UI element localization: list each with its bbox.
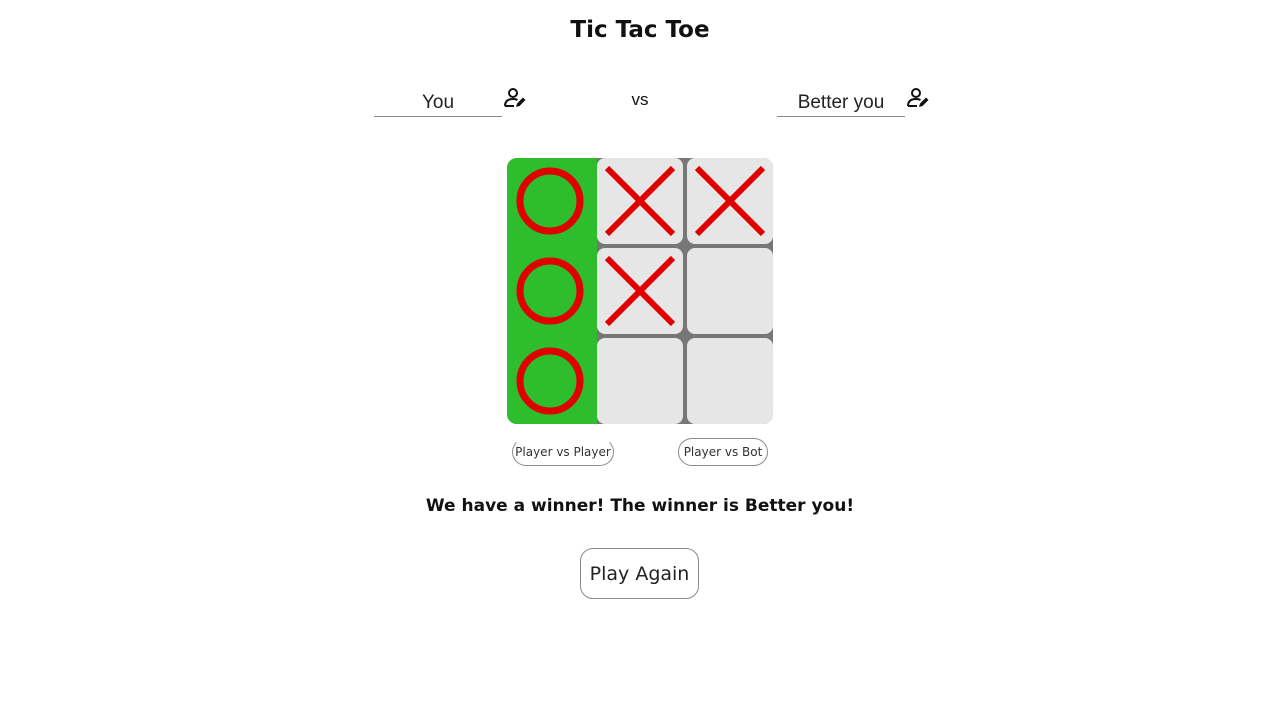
board-cell[interactable] <box>597 158 683 244</box>
game-status-message: We have a winner! The winner is Better y… <box>425 496 855 516</box>
board-cell[interactable] <box>687 248 773 334</box>
x-mark-icon <box>694 165 766 237</box>
play-again-button[interactable]: Play Again <box>580 548 699 599</box>
board-cell[interactable] <box>687 158 773 244</box>
board-cell[interactable] <box>507 158 597 248</box>
o-mark-icon <box>516 167 584 235</box>
board-cell[interactable] <box>507 248 597 338</box>
x-mark-icon <box>604 165 676 237</box>
board-cell[interactable] <box>597 248 683 334</box>
x-mark-icon <box>604 255 676 327</box>
game-page: Tic Tac Toe vs Player vs Player Player v… <box>0 0 1280 720</box>
o-mark-icon <box>516 257 584 325</box>
board-cell[interactable] <box>507 338 597 424</box>
page-title: Tic Tac Toe <box>570 17 710 43</box>
user-edit-icon[interactable] <box>906 87 930 109</box>
o-mark-icon <box>516 347 584 415</box>
player-one-name-input[interactable] <box>374 90 502 117</box>
board-cell[interactable] <box>687 338 773 424</box>
user-edit-icon[interactable] <box>503 87 527 109</box>
versus-label: vs <box>631 90 649 109</box>
player-two-name-input[interactable] <box>777 90 905 117</box>
game-board <box>507 158 773 424</box>
player-vs-bot-button[interactable]: Player vs Bot <box>678 438 768 466</box>
player-vs-player-button[interactable]: Player vs Player <box>512 438 614 466</box>
board-cell[interactable] <box>597 338 683 424</box>
